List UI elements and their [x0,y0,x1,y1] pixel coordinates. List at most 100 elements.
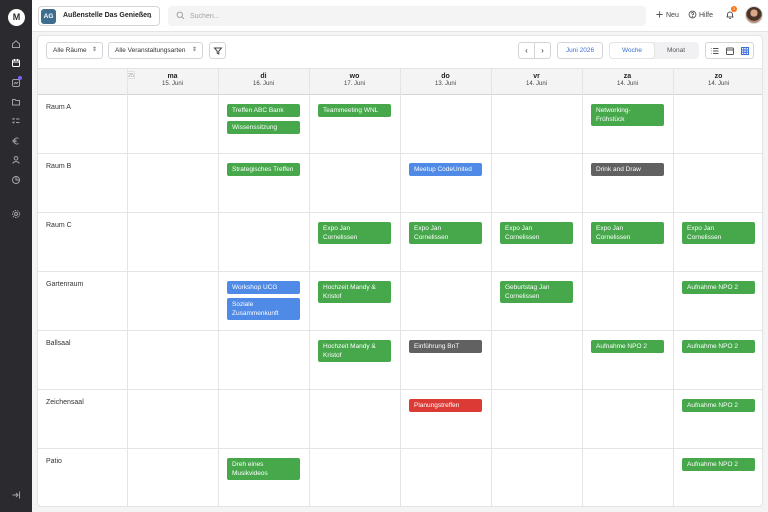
day-name: vr [533,73,540,80]
day-name: do [441,73,450,80]
event-block[interactable]: Aufnahme NPO 2 [591,340,664,353]
new-label: Neu [666,12,679,19]
event-block[interactable]: Expo Jan Cornelissen [409,222,482,244]
day-header[interactable]: ma 15. Juni [127,69,218,95]
settings-icon[interactable] [11,209,21,219]
workspace-badge: AG [41,9,56,24]
calendar-toolbar: Alle Räume ⇕ Alle Veranstaltungsarten ⇕ … [38,36,762,68]
day-header[interactable]: wo 17. Juni [309,69,400,95]
chevron-down-icon: ⌄ [147,13,153,20]
room-row: Patio Dreh eines Musikvideos Aufnahme NPO … [38,449,762,506]
help-icon [688,10,697,19]
event-block[interactable]: Treffen ABC Bank [227,104,300,117]
view-toggle: Woche Monat [609,42,699,59]
event-block[interactable]: Expo Jan Cornelissen [318,222,391,244]
view-month-tab[interactable]: Monat [654,43,698,58]
day-date: 14. Juni [525,81,547,87]
event-block[interactable]: Strategisches Treffen [227,163,300,176]
home-icon[interactable] [11,39,21,49]
calendar-panel: Alle Räume ⇕ Alle Veranstaltungsarten ⇕ … [37,35,763,507]
event-block[interactable]: Aufnahme NPO 2 [682,458,755,471]
event-block[interactable]: Workshop UCG [227,281,300,294]
day-date: 13. Juni [434,81,456,87]
event-block[interactable]: Hochzeit Mandy & Kristof [318,340,391,362]
search-bar [168,6,646,26]
help-button[interactable]: Hilfe [688,10,713,19]
help-label: Hilfe [699,12,714,19]
rooms-filter[interactable]: Alle Räume ⇕ [46,42,103,59]
day-name: wo [349,73,360,80]
logout-icon[interactable] [11,490,21,500]
notification-dot [18,76,22,80]
day-name: di [260,73,267,80]
sidebar: M [0,0,32,512]
event-block[interactable]: Expo Jan Cornelissen [682,222,755,244]
day-header[interactable]: di 16. Juni [218,69,309,95]
room-row: Gartenraum Workshop UCG Soziale Zusammenku… [38,272,762,331]
search-input[interactable] [190,9,630,23]
user-avatar[interactable] [745,6,763,24]
event-block[interactable]: Soziale Zusammenkunft [227,298,300,320]
event-block[interactable]: Aufnahme NPO 2 [682,399,755,412]
day-date: 15. Juni [161,81,183,87]
day-header[interactable]: zo 14. Juni [673,69,762,95]
day-header[interactable]: do 13. Juni [400,69,491,95]
day-date: 14. Juni [707,81,729,87]
event-block[interactable]: Aufnahme NPO 2 [682,281,755,294]
notification-count: 3 [731,6,737,12]
select-arrows-icon: ⇕ [91,47,97,53]
select-arrows-icon: ⇕ [191,47,197,53]
room-name: Zeichensaal [46,399,84,406]
room-row: Raum A Treffen ABC Bank Wissenssitzung Team… [38,95,762,154]
event-block[interactable]: Networking-Frühstück [591,104,664,126]
room-row: Raum C Expo Jan Cornelissen Expo Jan Corne… [38,213,762,272]
rooms-filter-label: Alle Räume [53,47,87,54]
day-name: ma [167,73,178,80]
event-block[interactable]: Drink and Draw [591,163,664,176]
prev-week-button[interactable]: ‹ [518,42,535,59]
new-button[interactable]: Neu [655,10,679,19]
event-types-filter[interactable]: Alle Veranstaltungsarten ⇕ [108,42,203,59]
activity-icon[interactable] [11,76,22,88]
day-header[interactable]: vr 14. Juni [491,69,582,95]
search-icon [176,11,185,20]
event-block[interactable]: Aufnahme NPO 2 [682,340,755,353]
workspace-switcher[interactable]: AG Außenstelle Das Genießen ⌄ [38,6,160,26]
event-block[interactable]: Meetup CodeUnited [409,163,482,176]
app-logo[interactable]: M [8,9,25,26]
room-name: Patio [46,458,62,465]
list-view-icon[interactable] [710,46,720,56]
event-block[interactable]: Expo Jan Cornelissen [591,222,664,244]
filter-icon [213,47,223,55]
room-name: Raum C [46,222,72,229]
users-icon[interactable] [11,155,21,165]
event-block[interactable]: Geburtstag Jan Cornelissen [500,281,573,303]
folder-icon[interactable] [11,97,21,107]
event-block[interactable]: Wissenssitzung [227,121,300,134]
event-block[interactable]: Einführung BnT [409,340,482,353]
event-block[interactable]: Planungstreffen [409,399,482,412]
event-block[interactable]: Hochzeit Mandy & Kristof [318,281,391,303]
view-week-tab[interactable]: Woche [610,43,654,58]
chart-icon[interactable] [11,175,21,185]
grid-view-icon[interactable] [740,46,750,56]
day-header[interactable]: za 14. Juni [582,69,673,95]
event-block[interactable]: Teammeeting WNL [318,104,391,117]
tasks-icon[interactable] [11,116,21,126]
calendar-view-icon[interactable] [725,46,735,56]
event-block[interactable]: Expo Jan Cornelissen [500,222,573,244]
room-row: Zeichensaal Planungstreffen Aufnahme NPO 2 [38,390,762,449]
workspace-name: Außenstelle Das Genießen [63,12,152,19]
calendar-icon[interactable] [11,58,21,68]
week-grid: 25 ma 15. Juni di 16. Juni wo 17. Juni do 13. J… [38,68,762,506]
filter-button[interactable] [209,42,226,59]
room-name: Ballsaal [46,340,71,347]
room-row: Raum B Strategisches Treffen Meetup CodeUn… [38,154,762,213]
next-week-button[interactable]: › [534,42,551,59]
euro-icon[interactable] [11,136,21,146]
day-date: 17. Juni [343,81,365,87]
month-picker[interactable]: Juni 2026 [557,42,603,59]
day-date: 16. Juni [252,81,274,87]
event-block[interactable]: Dreh eines Musikvideos [227,458,300,480]
day-name: za [623,73,632,80]
